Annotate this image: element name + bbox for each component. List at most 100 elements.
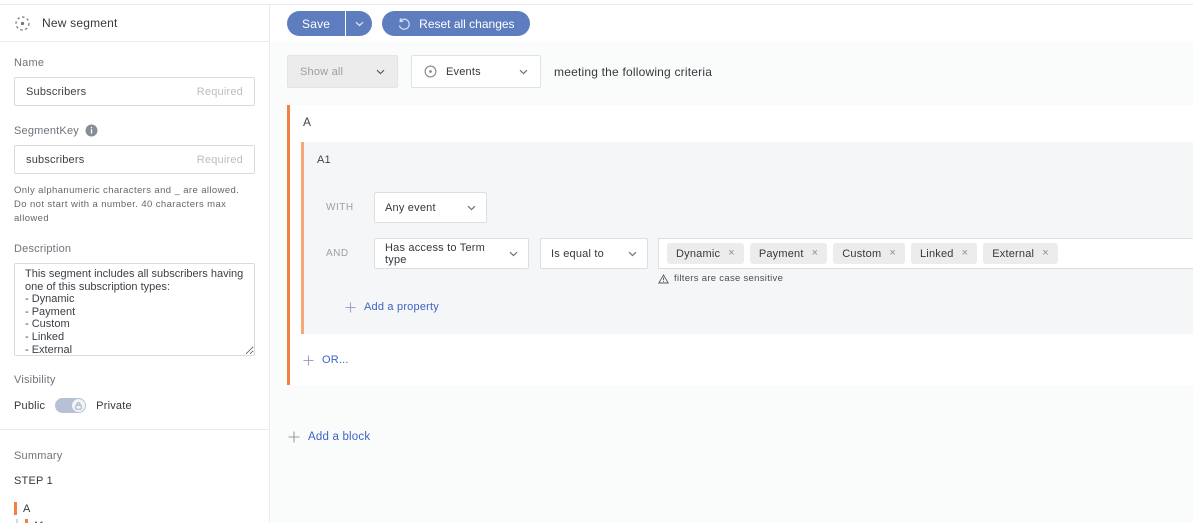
visibility-private-label: Private	[96, 400, 132, 412]
segment-key-required-hint: Required	[197, 154, 243, 166]
segment-editor-app: New segment Name Subscribers Required Se…	[0, 0, 1193, 523]
event-select[interactable]: Any event	[374, 192, 487, 223]
and-connector-label: AND	[326, 248, 370, 259]
warning-text: filters are case sensitive	[674, 273, 783, 284]
add-or-button[interactable]: OR...	[303, 354, 349, 366]
property-select-value: Has access to Term type	[385, 242, 509, 266]
add-block-label: Add a block	[308, 431, 370, 443]
tag-remove-icon[interactable]: ×	[962, 248, 969, 259]
filter-tag: Payment ×	[750, 243, 827, 264]
add-or-label: OR...	[322, 354, 349, 366]
sidebar-header: New segment	[0, 5, 269, 42]
name-input[interactable]: Subscribers Required	[14, 77, 255, 106]
segment-key-label-row: SegmentKey	[14, 124, 255, 137]
tag-label: Dynamic	[676, 248, 720, 260]
filter-tag: External ×	[983, 243, 1058, 264]
segment-target-icon	[14, 15, 31, 32]
summary-condition-a1-label: A1	[33, 520, 44, 523]
plus-icon	[345, 302, 356, 313]
chevron-down-icon	[376, 69, 385, 75]
tag-remove-icon[interactable]: ×	[812, 248, 819, 259]
segment-key-label: SegmentKey	[14, 125, 79, 137]
block-a-label: A	[290, 105, 1193, 129]
add-block-button[interactable]: Add a block	[288, 431, 370, 443]
info-icon[interactable]	[85, 124, 98, 137]
segment-key-help-text: Only alphanumeric characters and _ are a…	[14, 184, 255, 226]
filter-tag: Linked ×	[911, 243, 977, 264]
condition-group-a1: A1 WITH Any event AND Has a	[301, 142, 1193, 334]
main-area: Save Reset all changes Show all	[271, 5, 1193, 523]
name-input-value: Subscribers	[26, 86, 86, 98]
tag-label: Custom	[842, 248, 881, 260]
visitors-select-value: Show all	[300, 66, 343, 78]
reset-all-changes-button[interactable]: Reset all changes	[382, 11, 529, 36]
name-label: Name	[14, 57, 255, 69]
property-select[interactable]: Has access to Term type	[374, 238, 529, 269]
save-button[interactable]: Save	[287, 11, 345, 36]
event-select-value: Any event	[385, 202, 436, 214]
criteria-content: Show all Events	[271, 42, 1193, 523]
tag-remove-icon[interactable]: ×	[889, 248, 896, 259]
segment-block-a: A A1 WITH Any event AND	[287, 105, 1193, 385]
chevron-down-icon	[509, 251, 518, 257]
chevron-down-icon	[628, 251, 637, 257]
sidebar-divider	[0, 429, 269, 430]
lock-icon	[75, 402, 82, 410]
tag-remove-icon[interactable]: ×	[728, 248, 735, 259]
events-target-icon	[424, 65, 437, 78]
with-condition-row: WITH Any event	[304, 192, 1193, 223]
chevron-down-icon	[355, 21, 364, 27]
tag-remove-icon[interactable]: ×	[1042, 248, 1049, 259]
summary-condition-a1-bar	[25, 519, 28, 523]
segment-key-input-value: subscribers	[26, 154, 84, 166]
visibility-label: Visibility	[14, 374, 255, 386]
visitors-select[interactable]: Show all	[287, 55, 398, 88]
summary-condition-a1-item[interactable]: A1	[14, 519, 255, 523]
description-label: Description	[14, 243, 255, 255]
summary-block-a-item[interactable]: A	[14, 502, 255, 515]
description-textarea[interactable]: This segment includes all subscribers ha…	[14, 263, 255, 356]
save-options-button[interactable]	[346, 11, 372, 36]
plus-icon	[288, 431, 300, 443]
save-split-button: Save	[287, 11, 372, 36]
warning-triangle-icon	[658, 274, 669, 284]
tag-label: Linked	[920, 248, 954, 260]
scope-select-value: Events	[446, 66, 481, 78]
summary-block-a-label: A	[23, 503, 31, 515]
summary-step-label: STEP 1	[14, 475, 255, 487]
tag-label: Payment	[759, 248, 804, 260]
visibility-row: Public Private	[14, 398, 255, 413]
group-a1-label: A1	[304, 142, 1193, 166]
visibility-toggle-knob	[72, 399, 85, 412]
criteria-suffix-text: meeting the following criteria	[554, 65, 712, 79]
with-connector-label: WITH	[326, 202, 370, 213]
criteria-bar: Show all Events	[287, 55, 1193, 88]
chevron-down-icon	[467, 205, 476, 211]
segment-key-input[interactable]: subscribers Required	[14, 145, 255, 174]
filter-tag: Dynamic ×	[667, 243, 744, 264]
case-sensitive-warning: filters are case sensitive	[304, 273, 1193, 284]
reset-button-label: Reset all changes	[419, 17, 514, 31]
and-condition-row: AND Has access to Term type Is equal to	[304, 238, 1193, 269]
plus-icon	[303, 355, 314, 366]
add-property-button[interactable]: Add a property	[345, 301, 439, 313]
name-required-hint: Required	[197, 86, 243, 98]
operator-select-value: Is equal to	[551, 248, 604, 260]
visibility-public-label: Public	[14, 400, 45, 412]
summary-block-a-bar	[14, 502, 17, 515]
sidebar: New segment Name Subscribers Required Se…	[0, 5, 270, 523]
reset-undo-icon	[397, 17, 411, 31]
scope-select[interactable]: Events	[411, 55, 541, 88]
filter-values-input[interactable]: Dynamic × Payment × Custom ×	[658, 238, 1193, 269]
filter-tag: Custom ×	[833, 243, 905, 264]
visibility-toggle[interactable]	[55, 398, 86, 413]
sidebar-body: Name Subscribers Required SegmentKey sub…	[0, 42, 269, 523]
page-title: New segment	[42, 16, 118, 30]
toolbar: Save Reset all changes	[271, 5, 1193, 42]
summary-title: Summary	[14, 450, 255, 462]
chevron-down-icon	[519, 69, 528, 75]
tag-label: External	[992, 248, 1034, 260]
summary-condition-a1-guide	[16, 519, 18, 523]
add-property-label: Add a property	[364, 301, 439, 313]
operator-select[interactable]: Is equal to	[540, 238, 648, 269]
